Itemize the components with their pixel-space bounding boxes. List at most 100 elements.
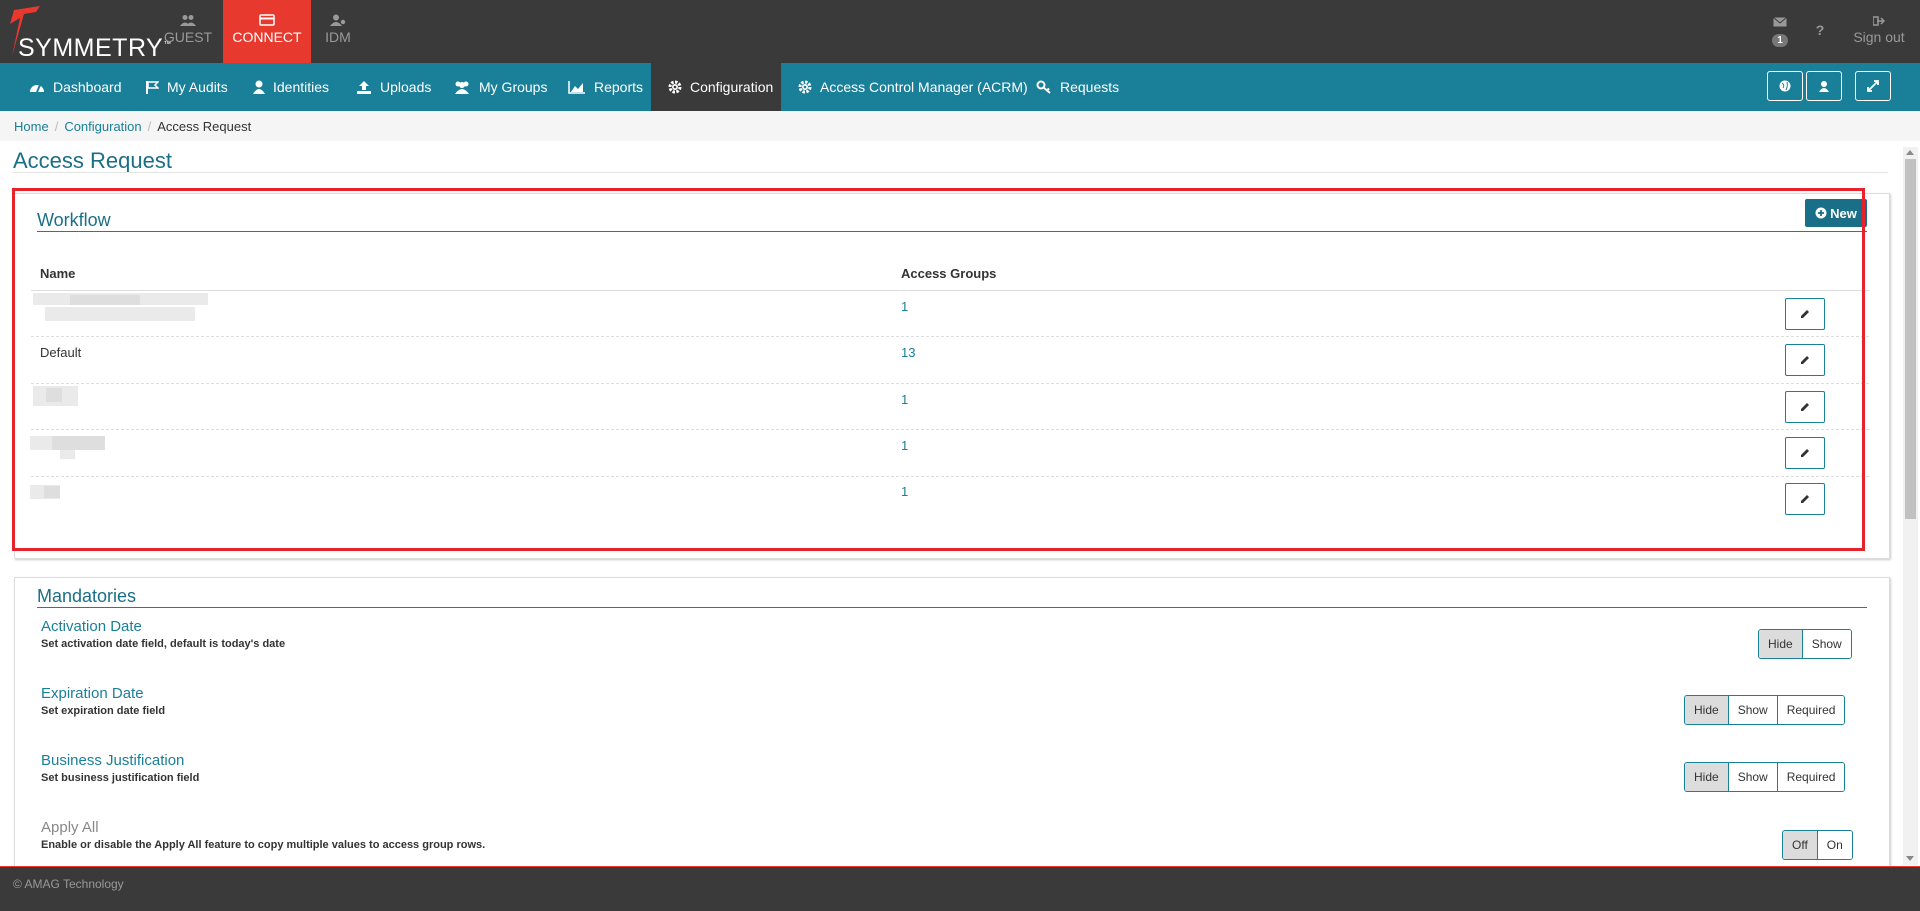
access-groups-count[interactable]: 1 — [901, 438, 908, 453]
access-groups-count[interactable]: 1 — [901, 392, 908, 407]
activation-date-title: Activation Date — [41, 618, 142, 635]
copyright: © AMAG Technology — [13, 877, 124, 891]
main-nav: Dashboard My Audits Identities Uploads M… — [0, 63, 1920, 111]
nav-label: Dashboard — [53, 79, 122, 95]
flag-icon — [146, 81, 159, 94]
workflow-panel: Workflow — [14, 193, 1890, 559]
pencil-icon — [1801, 403, 1809, 411]
pencil-icon — [1801, 356, 1809, 364]
globe-icon — [1779, 80, 1791, 92]
hide-option[interactable]: Hide — [1759, 630, 1803, 658]
brand-name: SYMMETRY — [18, 34, 164, 62]
group-icon — [455, 81, 469, 94]
nav-acrm[interactable]: Access Control Manager (ACRM) — [798, 63, 1028, 111]
sign-out-button[interactable]: Sign out — [1848, 0, 1910, 63]
hide-option[interactable]: Hide — [1685, 763, 1729, 791]
user-profile-button[interactable] — [1806, 71, 1842, 101]
pencil-icon — [1801, 495, 1809, 503]
app-tab-label: CONNECT — [232, 29, 302, 45]
nav-uploads[interactable]: Uploads — [356, 63, 431, 111]
app-tab-guest[interactable]: GUEST — [144, 0, 232, 63]
edit-button[interactable] — [1785, 437, 1825, 469]
sign-out-icon — [1872, 16, 1886, 26]
app-tab-label: GUEST — [163, 29, 213, 45]
envelope-icon — [1773, 17, 1787, 27]
business-justification-desc: Set business justification field — [41, 772, 200, 784]
gear-icon — [798, 80, 812, 94]
edit-button[interactable] — [1785, 391, 1825, 423]
nav-label: My Groups — [479, 79, 548, 95]
scroll-thumb[interactable] — [1905, 159, 1916, 519]
vertical-scrollbar[interactable] — [1903, 147, 1918, 865]
top-header: SYMMETRY™ GUEST CONNECT IDM 1 ? Sign out — [0, 0, 1920, 63]
nav-label: Access Control Manager (ACRM) — [820, 79, 1028, 95]
user-gear-icon — [330, 14, 346, 26]
mandatories-heading: Mandatories — [37, 586, 137, 606]
expiration-date-title: Expiration Date — [41, 685, 144, 702]
nav-label: Reports — [594, 79, 644, 95]
on-option[interactable]: On — [1817, 831, 1852, 859]
workflow-name: Default — [40, 345, 82, 360]
user-icon — [253, 80, 265, 94]
edit-button[interactable] — [1785, 483, 1825, 515]
breadcrumb-current: Access Request — [157, 119, 252, 134]
nav-my-groups[interactable]: My Groups — [453, 63, 547, 111]
business-justification-title: Business Justification — [41, 752, 185, 769]
expiration-date-toggle: Hide Show Required — [1684, 695, 1846, 725]
breadcrumb-home[interactable]: Home — [14, 119, 49, 134]
hide-option[interactable]: Hide — [1685, 696, 1729, 724]
required-option[interactable]: Required — [1777, 696, 1845, 724]
off-option[interactable]: Off — [1783, 831, 1818, 859]
nav-requests[interactable]: Requests — [1036, 63, 1119, 111]
symmetry-logo[interactable]: SYMMETRY™ — [6, 4, 171, 62]
column-access-groups-header[interactable]: Access Groups — [901, 266, 996, 281]
access-groups-count[interactable]: 1 — [901, 484, 908, 499]
new-label: New — [1830, 205, 1857, 221]
nav-reports[interactable]: Reports — [568, 63, 643, 111]
mandatories-panel: Mandatories — [14, 577, 1890, 877]
nav-label: My Audits — [167, 79, 228, 95]
new-workflow-button[interactable]: New — [1805, 199, 1867, 227]
nav-dashboard[interactable]: Dashboard — [29, 63, 122, 111]
help-button[interactable]: ? — [1810, 0, 1830, 63]
globe-button[interactable] — [1767, 71, 1803, 101]
app-tab-idm[interactable]: IDM — [312, 0, 364, 63]
dashboard-icon — [30, 84, 44, 93]
activation-date-desc: Set activation date field, default is to… — [41, 638, 286, 650]
nav-label: Identities — [273, 79, 330, 95]
notifications-button[interactable]: 1 — [1770, 0, 1790, 63]
users-icon — [180, 15, 196, 26]
app-tab-connect[interactable]: CONNECT — [223, 0, 311, 63]
workflow-heading: Workflow — [37, 210, 111, 230]
activation-date-toggle: Hide Show — [1758, 629, 1852, 659]
page-title: Access Request — [13, 148, 172, 173]
apply-all-toggle: Off On — [1782, 830, 1853, 860]
nav-label: Configuration — [690, 79, 774, 95]
sign-out-label: Sign out — [1853, 29, 1905, 45]
required-option[interactable]: Required — [1777, 763, 1845, 791]
access-groups-count[interactable]: 1 — [901, 299, 908, 314]
expiration-date-desc: Set expiration date field — [41, 705, 166, 717]
nav-identities[interactable]: Identities — [253, 63, 329, 111]
nav-my-audits[interactable]: My Audits — [145, 63, 228, 111]
edit-button[interactable] — [1785, 344, 1825, 376]
business-justification-toggle: Hide Show Required — [1684, 762, 1846, 792]
show-option[interactable]: Show — [1802, 630, 1851, 658]
show-option[interactable]: Show — [1728, 763, 1778, 791]
show-option[interactable]: Show — [1728, 696, 1778, 724]
column-name-header[interactable]: Name — [40, 266, 75, 281]
plus-circle-icon — [1815, 207, 1827, 219]
scroll-up-icon[interactable] — [1906, 150, 1914, 155]
apply-all-title: Apply All — [41, 819, 99, 836]
scroll-down-icon[interactable] — [1906, 856, 1914, 861]
fullscreen-button[interactable] — [1855, 71, 1891, 101]
access-groups-count[interactable]: 13 — [901, 345, 915, 360]
user-secret-icon — [1819, 81, 1829, 92]
nav-configuration[interactable]: Configuration — [651, 63, 781, 111]
expand-icon — [1867, 80, 1879, 92]
pencil-icon — [1801, 449, 1809, 457]
edit-button[interactable] — [1785, 298, 1825, 330]
app-tab-label: IDM — [325, 29, 351, 45]
key-icon — [1036, 80, 1051, 94]
breadcrumb-configuration[interactable]: Configuration — [64, 119, 141, 134]
